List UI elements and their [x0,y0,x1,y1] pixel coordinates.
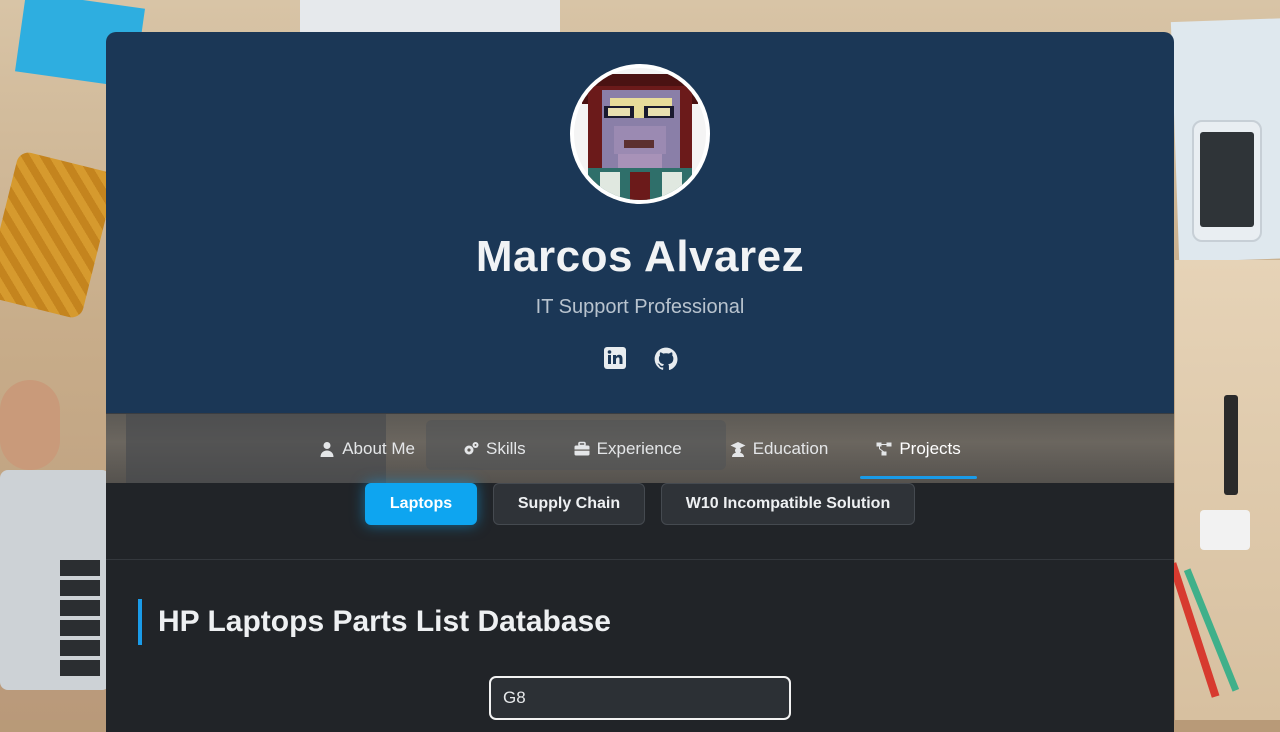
nav-item-skills[interactable]: Skills [439,421,550,477]
nav-item-label: Education [752,439,829,458]
tab-w10-incompatible-solution[interactable]: W10 Incompatible Solution [661,483,915,525]
project-tabs: Laptops Supply Chain W10 Incompatible So… [106,483,1174,560]
tab-laptops[interactable]: Laptops [365,483,477,525]
graduate-icon [730,442,746,457]
avatar-pixel-portrait [574,68,706,200]
projects-content: Laptops Supply Chain W10 Incompatible So… [106,483,1174,732]
nav-item-label: About Me [342,439,415,458]
main-nav: About Me Skills Experience Education Pro… [106,413,1174,484]
nav-item-about-me[interactable]: About Me [295,421,439,477]
nav-item-experience[interactable]: Experience [550,421,706,477]
social-links [106,346,1174,372]
project-diagram-icon [876,442,892,456]
profile-header: Marcos Alvarez IT Support Professional [106,32,1174,413]
user-icon [320,442,334,457]
nav-item-label: Projects [899,439,961,458]
profile-role: IT Support Professional [535,296,745,318]
section-title: HP Laptops Parts List Database [138,599,611,645]
briefcase-icon [574,441,590,456]
portfolio-card: Marcos Alvarez IT Support Professional A… [106,32,1174,732]
profile-name: Marcos Alvarez [475,232,805,281]
nav-item-label: Experience [596,439,682,458]
nav-item-education[interactable]: Education [706,421,853,477]
github-icon[interactable] [653,346,678,372]
nav-item-label: Skills [485,439,526,458]
gears-icon [464,442,479,455]
parts-search-input[interactable] [489,676,791,720]
linkedin-icon[interactable] [603,346,627,372]
nav-item-projects[interactable]: Projects [852,421,984,479]
avatar [570,64,710,204]
tab-supply-chain[interactable]: Supply Chain [493,483,645,525]
